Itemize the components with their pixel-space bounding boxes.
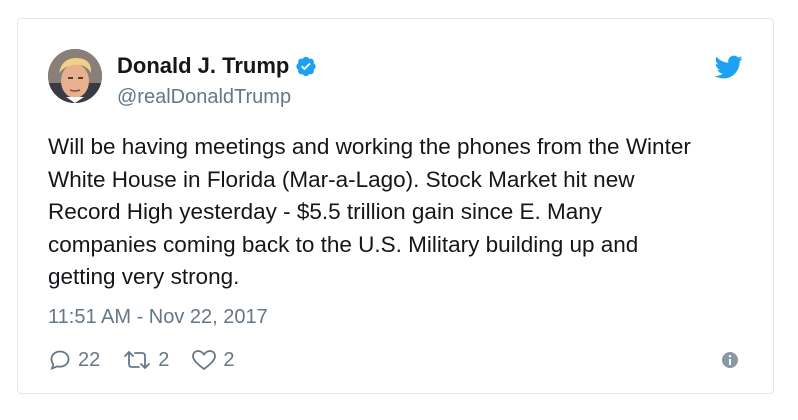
- like-count: 2: [223, 348, 235, 371]
- reply-icon: [50, 350, 70, 371]
- verified-badge-icon: [295, 55, 317, 77]
- tweet-text: Will be having meetings and working the …: [48, 134, 691, 289]
- avatar[interactable]: [48, 49, 102, 103]
- reply-button[interactable]: 22: [48, 348, 100, 372]
- reply-count: 22: [78, 348, 101, 371]
- heart-icon: [192, 350, 217, 370]
- retweet-icon: [124, 351, 151, 369]
- tweet-card: Donald J. Trump @realDonaldTrump Will be…: [17, 18, 774, 394]
- retweet-button[interactable]: 2: [122, 348, 169, 372]
- info-icon[interactable]: [721, 351, 739, 369]
- author-name-text: Donald J. Trump: [117, 53, 290, 78]
- avatar-photo-icon: [48, 49, 102, 103]
- like-button[interactable]: 2: [191, 348, 235, 372]
- author-handle[interactable]: @realDonaldTrump: [117, 86, 291, 109]
- retweet-count: 2: [158, 348, 170, 371]
- author-name[interactable]: Donald J. Trump: [117, 53, 317, 79]
- tweet-actions: 22 2 2: [48, 345, 257, 375]
- twitter-bird-icon[interactable]: [714, 53, 743, 81]
- tweet-timestamp[interactable]: 11:51 AM - Nov 22, 2017: [48, 306, 268, 329]
